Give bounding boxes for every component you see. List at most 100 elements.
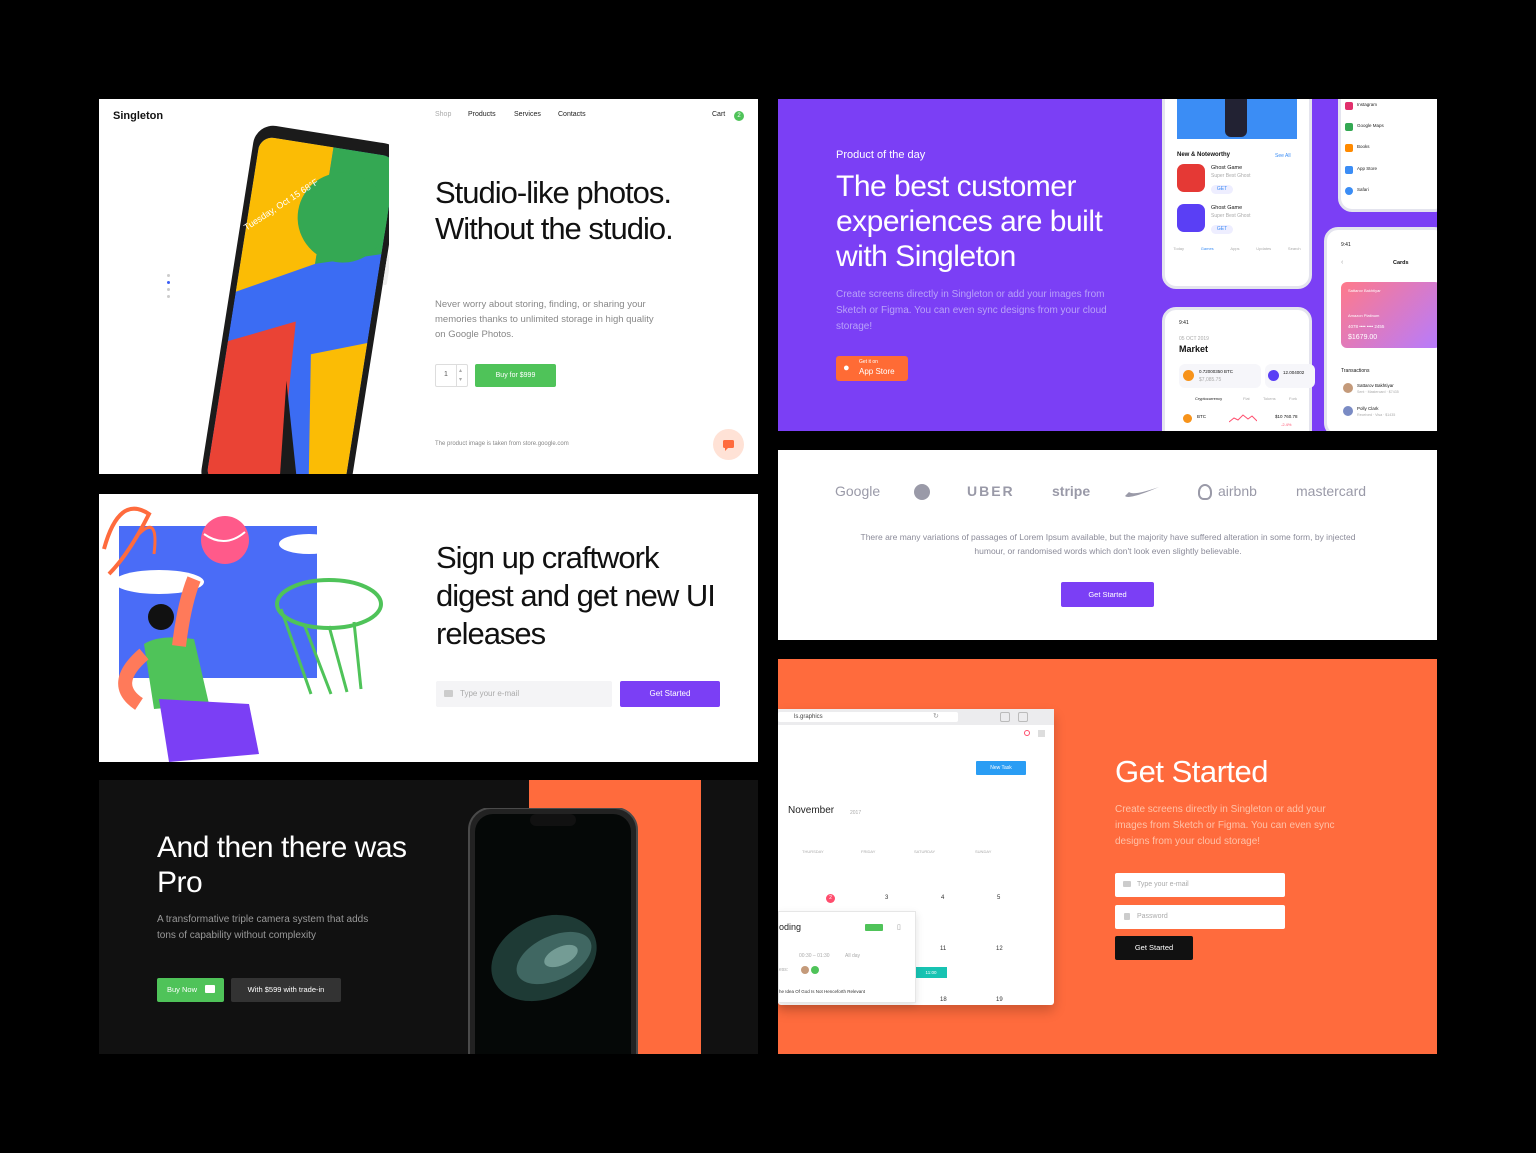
list-item-label[interactable]: Instagram xyxy=(1357,102,1377,107)
hero-description: Create screens directly in Singleton or … xyxy=(836,289,1107,332)
get-button[interactable]: GET xyxy=(1211,225,1233,234)
tab-games[interactable]: Games xyxy=(1201,246,1214,264)
get-button[interactable]: GET xyxy=(1211,185,1233,194)
basketball-player-illustration xyxy=(102,506,383,762)
hero-description: Never worry about storing, finding, or s… xyxy=(435,299,654,340)
pro-description: A transformative triple camera system th… xyxy=(157,914,369,941)
brand-logo[interactable]: Singleton xyxy=(113,110,163,122)
tab-cryptocurrency[interactable]: Cryptocurrency xyxy=(1195,396,1222,401)
calendar-date[interactable]: 12 xyxy=(996,946,1003,952)
chat-icon xyxy=(723,440,734,451)
btc-amount: 0.72000350 BTC xyxy=(1199,369,1234,374)
list-item-label[interactable]: App Store xyxy=(1357,166,1377,171)
chevron-up-icon[interactable]: ▴ xyxy=(459,367,462,374)
tab-fork[interactable]: Fork xyxy=(1289,396,1297,401)
slide-dot[interactable] xyxy=(167,295,170,298)
password-field[interactable]: Password xyxy=(1115,905,1285,929)
get-started-button[interactable]: Get Started xyxy=(1061,582,1154,607)
quantity-value[interactable]: 1 xyxy=(444,371,448,378)
newsletter-signup-panel: Sign up craftwork digest and get new UI … xyxy=(99,494,758,762)
btc-balance-card[interactable]: 0.72000350 BTC $7,085.75 xyxy=(1179,364,1261,388)
calendar-date[interactable]: 18 xyxy=(940,997,947,1003)
list-item-label[interactable]: Safari xyxy=(1357,187,1369,192)
tab-fiat[interactable]: Fiat xyxy=(1243,396,1250,401)
tab-updates[interactable]: Updates xyxy=(1256,246,1271,264)
reload-icon[interactable]: ↻ xyxy=(933,712,939,720)
slide-dot[interactable] xyxy=(167,288,170,291)
buy-button[interactable]: Buy for $999 xyxy=(475,364,556,387)
nav-services[interactable]: Services xyxy=(514,111,541,118)
iphone-pro-image xyxy=(468,808,638,1054)
card-number: 4078 •••• •••• 2455 xyxy=(1348,324,1385,329)
calendar-date[interactable]: 19 xyxy=(996,997,1003,1003)
slide-dot-active[interactable] xyxy=(167,281,170,284)
task-time: 00:30 – 01:30 xyxy=(799,953,830,959)
tab-apps[interactable]: Apps xyxy=(1230,246,1239,264)
buy-now-button[interactable]: Buy Now xyxy=(157,978,224,1002)
app-name: Ghost Game xyxy=(1211,205,1243,211)
see-all-link[interactable]: See All xyxy=(1275,153,1291,159)
safari-icon xyxy=(1345,187,1353,195)
calendar-date[interactable]: 11 xyxy=(940,946,946,952)
email-placeholder: Type your e-mail xyxy=(1137,881,1189,888)
airbnb-logo: airbnb xyxy=(1218,483,1257,499)
google-maps-icon xyxy=(1345,123,1353,131)
uber-logo: UBER xyxy=(967,483,1015,499)
slide-dot[interactable] xyxy=(167,274,170,277)
share-icon[interactable] xyxy=(1000,712,1010,722)
address-bar[interactable]: ls.graphics xyxy=(778,712,958,722)
section-title: New & Noteworthy xyxy=(1177,152,1231,158)
trash-icon[interactable]: ▯ xyxy=(897,923,901,931)
menu-icon[interactable] xyxy=(1038,730,1045,737)
app-store-button[interactable]: ● Get it on App Store xyxy=(836,356,908,381)
sparkline-chart xyxy=(1229,414,1257,423)
credit-card[interactable]: Sattarov Bakhtiyar Amazon Platinum 4078 … xyxy=(1341,282,1437,348)
eth-balance-card[interactable]: 12.004002 xyxy=(1265,364,1315,388)
airbnb-icon xyxy=(1198,484,1212,500)
chevron-left-icon[interactable]: ‹ xyxy=(1341,259,1343,266)
app-name: Ghost Game xyxy=(1211,165,1243,171)
calendar-date-today[interactable]: 2 xyxy=(826,894,835,903)
books-icon xyxy=(1345,144,1353,152)
tab-search[interactable]: Search xyxy=(1288,246,1301,264)
transactions-title: Transactions xyxy=(1341,368,1370,374)
transaction-name: Sattarov Bakhtiyar xyxy=(1357,383,1394,388)
chat-button[interactable] xyxy=(713,429,744,460)
task-allday[interactable]: All day xyxy=(845,953,860,959)
tabs-icon[interactable] xyxy=(1018,712,1028,722)
list-item-label[interactable]: Google Maps xyxy=(1357,123,1384,128)
pixel-phone-image xyxy=(201,125,389,474)
task-status-badge xyxy=(865,924,883,931)
get-started-button[interactable]: Get Started xyxy=(1115,936,1193,960)
weekday-saturday: SATURDAY xyxy=(914,849,936,854)
hero-headline: Studio-like photos. Without the studio. xyxy=(435,175,674,246)
ethereum-icon xyxy=(1268,370,1279,381)
tab-today[interactable]: Today xyxy=(1173,246,1184,264)
calendar-date[interactable]: 5 xyxy=(997,895,1000,901)
nav-products[interactable]: Products xyxy=(468,111,496,118)
stripe-logo: stripe xyxy=(1052,483,1091,499)
email-field[interactable]: Type your e-mail xyxy=(1115,873,1285,897)
tab-tokens[interactable]: Tokens xyxy=(1263,396,1276,401)
market-date: 05 OCT 2019 xyxy=(1179,336,1209,342)
chevron-down-icon[interactable]: ▾ xyxy=(459,376,462,383)
refresh-icon[interactable] xyxy=(1024,730,1030,736)
calendar-date[interactable]: 4 xyxy=(941,895,944,901)
list-item-label[interactable]: Books xyxy=(1357,144,1370,149)
slide-indicator[interactable] xyxy=(167,274,170,298)
card-balance: $1679.00 xyxy=(1348,334,1378,341)
quantity-stepper[interactable]: 1 ▴ ▾ xyxy=(435,364,468,387)
email-field[interactable]: Type your e-mail xyxy=(436,681,612,707)
nike-swoosh-logo xyxy=(1125,487,1159,497)
trade-in-button[interactable]: With $599 with trade-in xyxy=(231,978,341,1002)
avatar xyxy=(811,966,819,974)
calendar-date[interactable]: 3 xyxy=(885,895,888,901)
get-started-panel: ls.graphics ↻ New Task November 2017 THU… xyxy=(778,659,1437,1054)
nav-shop[interactable]: Shop xyxy=(435,111,451,118)
cart-link[interactable]: Cart xyxy=(712,111,725,118)
ghost-game-icon xyxy=(1177,204,1205,232)
calendar-event[interactable]: 11:00 xyxy=(915,967,947,978)
get-started-button[interactable]: Get Started xyxy=(620,681,720,707)
nav-contacts[interactable]: Contacts xyxy=(558,111,586,118)
new-task-button[interactable]: New Task xyxy=(976,761,1026,775)
